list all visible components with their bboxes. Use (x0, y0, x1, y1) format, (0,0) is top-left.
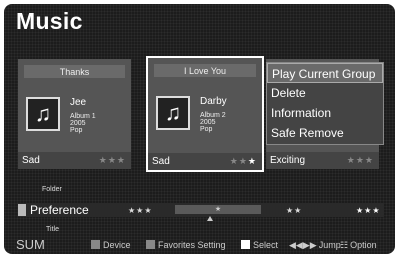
pref-slot-active[interactable]: ★ (175, 205, 261, 214)
year-label: 2005 (70, 120, 86, 127)
mood-label: Sad (152, 156, 170, 167)
mood-label: Exciting (270, 155, 306, 166)
menu-item-safe-remove[interactable]: Safe Remove (267, 123, 383, 143)
year-label: 2005 (200, 119, 216, 126)
mood-label: Sad (22, 155, 40, 166)
music-screen: Music Thanks ♫ Jee Album 1 2005 Pop Sad … (4, 4, 395, 254)
card-header: I Love You (183, 66, 227, 76)
pref-slot-3[interactable]: ★★★ (356, 206, 381, 215)
music-card-2-selected[interactable]: I Love You ♫ Darby Album 2 2005 Pop Sad … (146, 56, 264, 172)
hint-option[interactable]: ☷ Option (340, 240, 377, 251)
album-label: Album 1 (70, 113, 96, 120)
folder-label: Folder (42, 186, 62, 193)
music-note-icon: ♫ (26, 97, 60, 131)
pref-slot-2[interactable]: ★★ (286, 206, 302, 215)
album-label: Album 2 (200, 112, 226, 119)
hint-favorites[interactable]: Favorites Setting (146, 240, 226, 250)
pref-slot-1[interactable]: ★★★ (128, 206, 153, 215)
hint-jump[interactable]: ◀◀▶▶ Jump (289, 240, 341, 251)
music-note-icon: ♫ (156, 96, 190, 130)
red-key-icon (91, 240, 100, 249)
rating-stars: ★★★ (98, 155, 126, 165)
card-header: Thanks (59, 67, 90, 77)
song-title: Darby (200, 96, 227, 107)
title-sort-label: Title (46, 226, 59, 233)
green-key-icon (146, 240, 155, 249)
caret-up-icon (207, 216, 213, 221)
sum-logo: SUM (16, 237, 45, 252)
rating-stars: ★★★ (229, 156, 257, 166)
song-meta: Album 1 2005 Pop (70, 113, 96, 134)
rewind-fastforward-icon: ◀◀▶▶ (289, 240, 317, 250)
music-card-1[interactable]: Thanks ♫ Jee Album 1 2005 Pop Sad ★★★ (18, 59, 131, 169)
hint-device[interactable]: Device (91, 240, 131, 250)
song-meta: Album 2 2005 Pop (200, 112, 226, 133)
tools-icon: ☷ (340, 240, 349, 250)
enter-key-icon (241, 240, 250, 249)
preference-icon (18, 204, 26, 216)
song-title: Jee (70, 97, 87, 108)
page-title: Music (16, 8, 83, 34)
menu-item-delete[interactable]: Delete (267, 83, 383, 103)
option-popup-menu: Play Current Group Delete Information Sa… (266, 62, 384, 145)
genre-label: Pop (70, 127, 83, 134)
genre-label: Pop (200, 126, 213, 133)
menu-item-information[interactable]: Information (267, 103, 383, 123)
preference-label[interactable]: Preference (30, 203, 89, 217)
rating-stars: ★★★ (346, 155, 374, 165)
menu-item-play-current-group[interactable]: Play Current Group (267, 63, 383, 83)
hint-select[interactable]: Select (241, 240, 278, 250)
bottom-help-bar: SUM Device Favorites Setting Select ◀◀▶▶… (4, 236, 395, 254)
